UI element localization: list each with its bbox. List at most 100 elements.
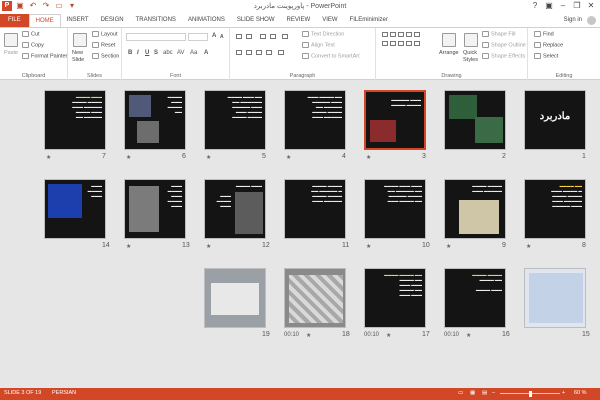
slide-thumbnail-2[interactable] <box>444 90 506 150</box>
shape-rectangle-icon[interactable] <box>382 32 388 37</box>
slide-sorter-view-icon[interactable]: ▦ <box>470 390 475 396</box>
align-right-icon[interactable] <box>256 50 262 55</box>
normal-view-icon[interactable]: ▭ <box>458 390 463 396</box>
select-button[interactable]: Select <box>534 53 558 59</box>
tab-transitions[interactable]: TRANSITIONS <box>130 14 182 27</box>
tab-file[interactable]: FILE <box>0 14 29 27</box>
strikethrough-icon[interactable]: abc <box>163 50 173 56</box>
language-indicator[interactable]: PERSIAN <box>52 390 76 396</box>
minimize-icon[interactable]: – <box>556 0 570 12</box>
tab-fileminimizer[interactable]: FILEminimizer <box>344 14 394 27</box>
shape-arrow-icon[interactable] <box>398 32 404 37</box>
new-slide-icon[interactable] <box>73 33 87 47</box>
zoom-level[interactable]: 60 % <box>574 390 587 396</box>
align-left-icon[interactable] <box>236 50 242 55</box>
zoom-out-icon[interactable]: – <box>492 390 495 396</box>
shape-fill-button[interactable]: Shape Fill <box>482 31 515 37</box>
slide-thumbnail-14[interactable]: ▬▬▬ ▬▬▬▬ ▬▬▬ <box>44 179 106 239</box>
slide-thumbnail-9[interactable]: ▬▬▬▬ ▬▬▬▬ ▬▬▬ ▬▬▬▬▬ <box>444 179 506 239</box>
shrink-font-icon[interactable]: A <box>220 34 224 40</box>
sign-in-link[interactable]: Sign in <box>564 14 582 27</box>
shape-bracket-icon[interactable] <box>382 41 388 46</box>
layout-button[interactable]: Layout <box>92 31 118 37</box>
shadow-icon[interactable]: S <box>154 50 158 56</box>
slide-thumbnail-1[interactable]: مادربرد <box>524 90 586 150</box>
slide-thumbnail-5[interactable]: ▬▬▬▬ ▬▬▬ ▬▬ ▬▬ ▬▬▬▬▬▬ ▬▬▬▬▬ ▬▬▬ ▬▬▬ ▬▬▬▬ ▬▬▬… <box>204 90 266 150</box>
tab-insert[interactable]: INSERT <box>61 14 95 27</box>
format-painter-button[interactable]: Format Painter <box>22 53 67 59</box>
section-button[interactable]: Section <box>92 53 119 59</box>
help-icon[interactable]: ? <box>528 0 542 12</box>
shape-outline-button[interactable]: Shape Outline <box>482 42 526 48</box>
font-color-icon[interactable]: A <box>204 50 208 56</box>
grow-font-icon[interactable]: A <box>212 33 216 39</box>
find-button[interactable]: Find <box>534 31 554 37</box>
shape-effects-button[interactable]: Shape Effects <box>482 53 525 59</box>
shape-star-icon[interactable] <box>390 41 396 46</box>
restore-icon[interactable]: ❐ <box>570 0 584 12</box>
shape-curve-icon[interactable] <box>406 41 412 46</box>
bullets-icon[interactable] <box>236 34 242 39</box>
convert-smartart-button[interactable]: Convert to SmartArt <box>302 53 360 59</box>
slide-thumbnail-12[interactable]: ▬▬▬▬ ▬▬▬ ▬▬▬ ▬▬▬▬ ▬▬▬ <box>204 179 266 239</box>
quick-styles-button[interactable]: Quick <box>463 50 477 56</box>
shape-oval-icon[interactable] <box>406 32 412 37</box>
bold-icon[interactable]: B <box>128 50 132 56</box>
paste-icon[interactable] <box>4 33 18 47</box>
slide-thumbnail-7[interactable]: ▬▬▬▬ ▬▬▬ ▬▬▬▬ ▬▬▬▬ ▬▬▬ ▬▬▬▬▬ ▬▬▬▬ ▬▬▬ ▬▬ ▬▬▬… <box>44 90 106 150</box>
shapes-more-icon[interactable] <box>414 41 420 46</box>
slide-thumbnail-11[interactable]: ▬▬▬▬ ▬▬▬▬ ▬▬ ▬▬▬▬▬ ▬ ▬▬▬▬ ▬▬▬▬ ▬▬▬ ▬▬▬▬▬ <box>284 179 346 239</box>
align-text-button[interactable]: Align Text <box>302 42 335 48</box>
slide-thumbnail-16[interactable]: ▬▬▬▬ ▬▬▬▬ ▬▬▬▬ ▬▬ ▬▬▬▬ ▬▬▬ <box>444 268 506 328</box>
cut-button[interactable]: Cut <box>22 31 40 37</box>
decrease-indent-icon[interactable] <box>260 34 266 39</box>
tab-view[interactable]: VIEW <box>316 14 343 27</box>
numbering-icon[interactable] <box>246 34 252 39</box>
zoom-in-icon[interactable]: + <box>562 390 565 396</box>
slide-thumbnail-15[interactable] <box>524 268 586 328</box>
tab-home[interactable]: HOME <box>28 14 61 27</box>
slide-thumbnail-19[interactable] <box>204 268 266 328</box>
tab-animations[interactable]: ANIMATIONS <box>182 14 231 27</box>
slide-thumbnail-10[interactable]: ▬▬▬▬ ▬▬▬ ▬▬▬ ▬▬ ▬▬▬▬▬ ▬▬ ▬▬▬▬▬ ▬▬▬▬ ▬▬▬ ▬▬▬… <box>364 179 426 239</box>
slide-thumbnail-6[interactable]: ▬▬▬▬ ▬▬▬ ▬▬▬▬ ▬▬ <box>124 90 186 150</box>
arrange-button[interactable]: Arrange <box>439 50 459 56</box>
font-name-field[interactable] <box>126 33 186 41</box>
text-direction-button[interactable]: Text Direction <box>302 31 344 37</box>
slide-thumbnail-4[interactable]: ▬▬▬ ▬▬▬▬ ▬▬ ▬▬▬▬▬ ▬▬▬ ▬▬ ▬▬▬▬▬ ▬▬▬▬ ▬▬▬▬ ▬▬▬… <box>284 90 346 150</box>
slide-thumbnail-8[interactable]: ▬▬▬▬ ▬▬ ▬▬▬ ▬▬▬▬ ▬ ▬▬▬▬ ▬▬▬▬ ▬▬▬ ▬▬▬▬▬ ▬▬▬▬▬… <box>524 179 586 239</box>
shape-callout-icon[interactable] <box>398 41 404 46</box>
character-spacing-icon[interactable]: AV <box>177 50 185 56</box>
slide-text: ▬▬▬▬ ▬▬▬ <box>235 184 262 188</box>
slide-thumbnail-13[interactable]: ▬▬▬ ▬▬▬▬ ▬▬▬ ▬▬▬▬ ▬▬▬ <box>124 179 186 239</box>
font-size-field[interactable] <box>188 33 208 41</box>
columns-icon[interactable] <box>278 50 284 55</box>
replace-button[interactable]: Replace <box>534 42 563 48</box>
copy-button[interactable]: Copy <box>22 42 44 48</box>
shape-triangle-icon[interactable] <box>414 32 420 37</box>
avatar[interactable] <box>587 16 596 25</box>
justify-icon[interactable] <box>266 50 272 55</box>
increase-indent-icon[interactable] <box>270 34 276 39</box>
tab-slide-show[interactable]: SLIDE SHOW <box>231 14 281 27</box>
slide-thumbnail-18[interactable] <box>284 268 346 328</box>
tab-review[interactable]: REVIEW <box>281 14 317 27</box>
slide-thumbnail-3[interactable]: ▬▬▬▬▬ ▬▬▬ ▬▬▬▬ ▬▬▬▬ <box>364 90 426 150</box>
line-spacing-icon[interactable] <box>282 34 288 39</box>
italic-icon[interactable]: I <box>137 50 139 56</box>
quick-styles-icon[interactable] <box>464 33 478 47</box>
shape-line-icon[interactable] <box>390 32 396 37</box>
zoom-slider-thumb[interactable] <box>529 391 532 397</box>
underline-icon[interactable]: U <box>145 50 149 56</box>
ribbon-display-icon[interactable]: ▣ <box>542 0 556 12</box>
close-icon[interactable]: ✕ <box>584 0 598 12</box>
align-center-icon[interactable] <box>246 50 252 55</box>
arrange-icon[interactable] <box>442 33 456 47</box>
reset-button[interactable]: Reset <box>92 42 115 48</box>
slide-thumbnail-17[interactable]: ▬▬▬▬ ▬▬▬▬ ▬▬ ▬▬▬▬ ▬▬ ▬▬▬ ▬▬▬ ▬▬▬▬ ▬▬ ▬▬▬ ▬▬▬ <box>364 268 426 328</box>
reading-view-icon[interactable]: ▤ <box>482 390 487 396</box>
tab-design[interactable]: DESIGN <box>95 14 130 27</box>
paste-button[interactable]: Paste <box>4 50 18 56</box>
change-case-icon[interactable]: Aa <box>190 50 197 56</box>
new-slide-button[interactable]: New <box>72 50 83 56</box>
